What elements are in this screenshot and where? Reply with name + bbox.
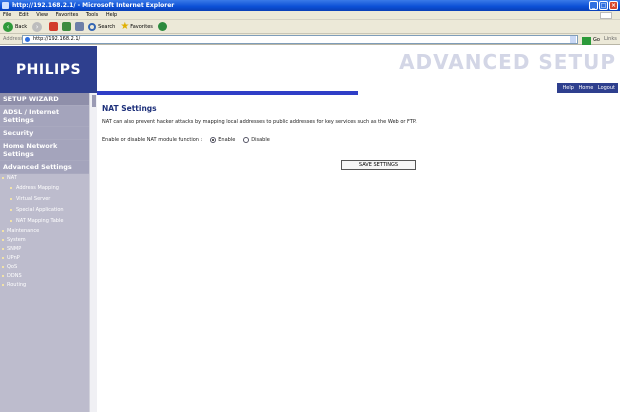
go-arrow-icon	[582, 36, 591, 45]
page-title: ADVANCED SETUP	[399, 50, 616, 74]
menu-favorites[interactable]: Favorites	[56, 12, 79, 18]
menu-tools[interactable]: Tools	[86, 12, 98, 18]
address-bar: Address http://192.168.2.1/ Go Links	[0, 34, 620, 45]
ie-icon	[2, 2, 9, 9]
header-accent-bar	[97, 91, 358, 95]
logout-link[interactable]: Logout	[598, 85, 615, 91]
sidebar-item-snmp[interactable]: SNMP	[0, 245, 89, 254]
stop-icon[interactable]	[49, 22, 59, 31]
logo-text: PHILIPS	[15, 61, 82, 78]
back-arrow-icon: ‹	[3, 21, 13, 32]
refresh-icon[interactable]	[62, 22, 72, 31]
enable-label: Enable	[218, 137, 236, 143]
links-label[interactable]: Links	[604, 34, 617, 45]
window-title: http://192.168.2.1/ - Microsoft Internet…	[12, 2, 175, 9]
window-controls: _ □ ×	[589, 1, 618, 10]
back-label: Back	[15, 23, 28, 30]
sidebar-sub-virtual-server[interactable]: Virtual Server	[0, 194, 89, 205]
sidebar-sub-nat-mapping-table[interactable]: NAT Mapping Table	[0, 216, 89, 227]
media-icon[interactable]	[157, 22, 167, 31]
window-title-bar: http://192.168.2.1/ - Microsoft Internet…	[0, 0, 620, 11]
sidebar-item-system[interactable]: System	[0, 236, 89, 245]
menu-bar: File Edit View Favorites Tools Help	[0, 11, 620, 20]
router-admin-page: PHILIPS ADVANCED SETUP Help Home Logout …	[0, 46, 620, 412]
search-label: Search	[98, 23, 116, 30]
back-button[interactable]: ‹ Back	[3, 21, 28, 32]
section-heading: NAT Settings	[102, 104, 157, 113]
nat-description: NAT can also prevent hacker attacks by m…	[102, 119, 417, 125]
scrollbar-thumb[interactable]	[92, 95, 96, 107]
sidebar-sub-address-mapping[interactable]: Address Mapping	[0, 183, 89, 194]
nat-enable-radio[interactable]	[210, 137, 217, 143]
sidebar-security[interactable]: Security	[0, 127, 89, 140]
address-label: Address	[3, 36, 23, 42]
menu-view[interactable]: View	[36, 12, 48, 18]
sidebar-advanced-settings[interactable]: Advanced Settings	[0, 161, 89, 174]
help-link[interactable]: Help	[563, 85, 574, 91]
nat-toggle-label: Enable or disable NAT module function :	[102, 137, 203, 143]
minimize-button[interactable]: _	[589, 1, 598, 10]
go-button[interactable]: Go	[582, 35, 600, 46]
sidebar-item-upnp[interactable]: UPnP	[0, 254, 89, 263]
header-bar: Help Home Logout	[97, 83, 620, 95]
address-value: http://192.168.2.1/	[33, 36, 81, 42]
page-icon	[25, 37, 30, 42]
header-links: Help Home Logout	[556, 83, 618, 93]
save-settings-button[interactable]: SAVE SETTINGS	[341, 160, 416, 170]
sidebar-item-ddns[interactable]: DDNS	[0, 272, 89, 281]
address-dropdown-icon[interactable]	[570, 36, 576, 43]
windows-logo-icon	[600, 12, 612, 19]
sidebar-scrollbar[interactable]	[89, 93, 97, 412]
main-content: NAT Settings NAT can also prevent hacker…	[102, 104, 614, 170]
sidebar-item-routing[interactable]: Routing	[0, 281, 89, 290]
favorites-label: Favorites	[130, 23, 153, 30]
search-button[interactable]: Search	[88, 22, 116, 31]
maximize-button[interactable]: □	[599, 1, 608, 10]
home-link[interactable]: Home	[579, 85, 594, 91]
disable-label: Disable	[251, 137, 270, 143]
sidebar-adsl-internet[interactable]: ADSL / Internet Settings	[0, 106, 89, 127]
sidebar: SETUP WIZARD ADSL / Internet Settings Se…	[0, 93, 89, 412]
favorites-star-icon: ★	[120, 21, 130, 32]
menu-file[interactable]: File	[3, 12, 11, 18]
forward-button[interactable]: ›	[32, 21, 44, 32]
sidebar-item-nat[interactable]: NAT	[0, 174, 89, 183]
browser-toolbar: ‹ Back › Search ★ Favorites	[0, 20, 620, 34]
sidebar-home-network[interactable]: Home Network Settings	[0, 140, 89, 161]
go-label: Go	[593, 37, 600, 43]
sidebar-setup-wizard[interactable]: SETUP WIZARD	[0, 93, 89, 106]
home-icon[interactable]	[75, 22, 85, 31]
philips-logo: PHILIPS	[0, 46, 97, 93]
sidebar-sub-special-application[interactable]: Special Application	[0, 205, 89, 216]
menu-edit[interactable]: Edit	[19, 12, 29, 18]
forward-arrow-icon: ›	[32, 21, 43, 32]
sidebar-item-qos[interactable]: QoS	[0, 263, 89, 272]
menu-help[interactable]: Help	[106, 12, 117, 18]
nat-toggle-row: Enable or disable NAT module function : …	[102, 137, 614, 143]
nat-disable-radio[interactable]	[243, 137, 250, 143]
address-input[interactable]: http://192.168.2.1/	[22, 35, 578, 44]
close-button[interactable]: ×	[609, 1, 618, 10]
search-icon	[88, 22, 97, 31]
favorites-button[interactable]: ★ Favorites	[120, 21, 153, 32]
sidebar-item-maintenance[interactable]: Maintenance	[0, 227, 89, 236]
